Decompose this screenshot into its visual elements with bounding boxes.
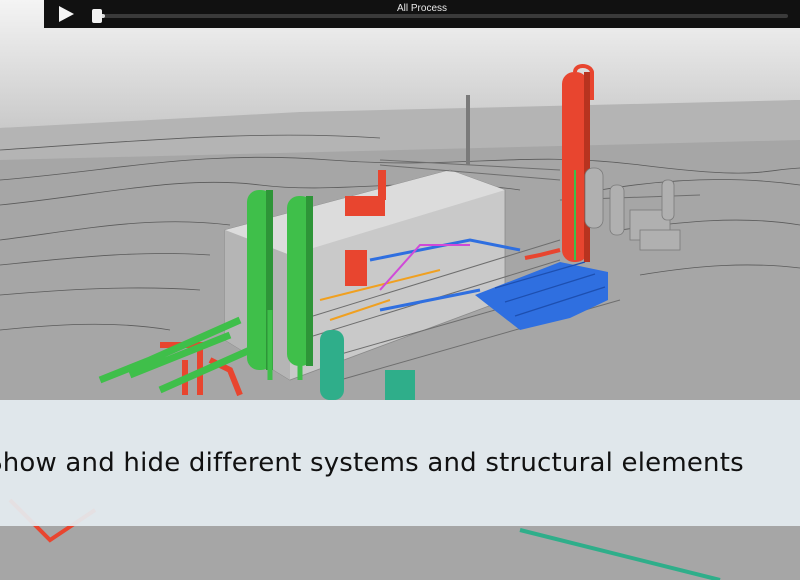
caption-text: Show and hide different systems and stru… xyxy=(0,448,744,478)
bar-title: All Process xyxy=(396,3,447,14)
progress-track[interactable] xyxy=(98,14,788,18)
video-control-bar: All Process xyxy=(44,0,800,28)
caption-banner: Show and hide different systems and stru… xyxy=(0,400,800,526)
